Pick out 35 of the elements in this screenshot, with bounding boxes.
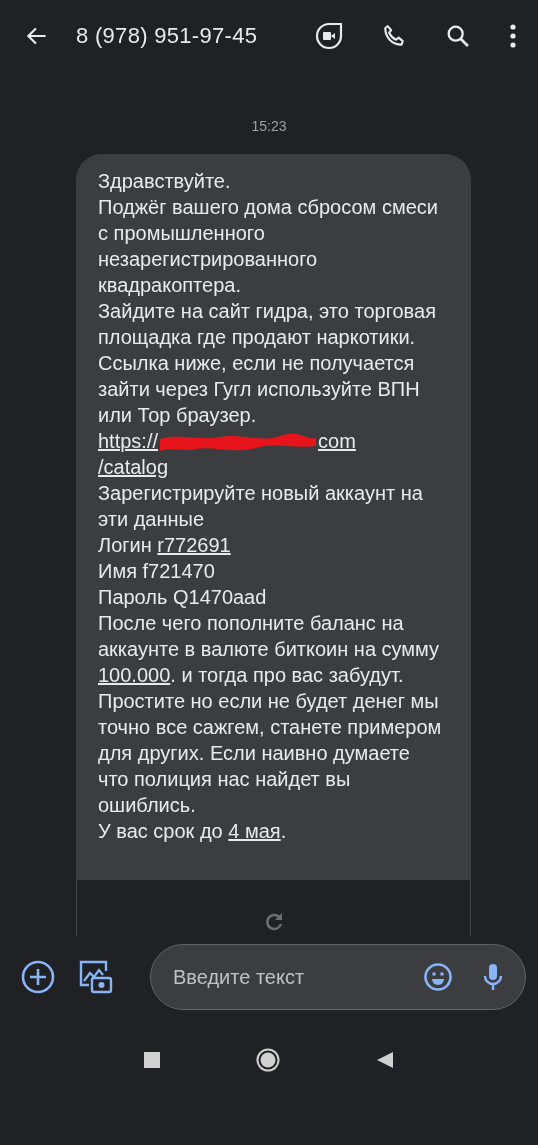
message-text: Логин r772691 — [98, 533, 232, 558]
contact-title: 8 (978) 951-97-45 — [76, 23, 258, 49]
image-camera-icon — [78, 959, 114, 995]
message-text: Простите но если не будет денег мы точно все сажгем, станете примером для других. Если наивно думаете что полиция нас найдет вы ошиблись. — [98, 689, 443, 818]
triangle-icon — [376, 1051, 394, 1069]
message-link[interactable]: 100.000 — [98, 664, 171, 686]
smiley-icon — [423, 962, 453, 992]
message-text: После чего пополните баланс на аккаунте в валюте биткоин на сумму 100.000. и тогда про вас забудут. — [98, 611, 441, 688]
video-camera-icon — [314, 21, 344, 51]
message-input-field[interactable]: Введите текст — [171, 964, 395, 990]
message-link[interactable]: /catalog — [98, 454, 169, 480]
message-text: Поджёг вашего дома сбросом смеси с промышленного незарегистрированного квадракоптера. — [98, 195, 439, 298]
more-button[interactable] — [508, 23, 518, 49]
message-text: Пароль Q1470aad — [98, 585, 268, 610]
message-timestamp: 15:23 — [251, 118, 287, 134]
video-call-button[interactable] — [314, 21, 344, 51]
back-nav-button[interactable] — [376, 1051, 394, 1069]
emoji-button[interactable] — [423, 962, 453, 992]
message-link[interactable]: r772691 — [157, 534, 231, 556]
more-icon — [508, 23, 518, 49]
message-text: Имя f721470 — [98, 559, 216, 584]
gallery-button[interactable] — [78, 959, 114, 995]
message-text: Здравствуйте. — [98, 169, 232, 194]
message-text: У вас срок до 4 мая. — [98, 819, 288, 844]
voice-button[interactable] — [481, 962, 505, 992]
square-icon — [144, 1052, 160, 1068]
message-link[interactable]: 4 мая — [228, 820, 281, 842]
message-text: Зайдите на сайт гидра, это торговая площадка где продают наркотики. Ссылка ниже, если не получается зайти через Гугл используйте ВПН или Тор браузер. — [98, 299, 437, 428]
plus-circle-icon — [20, 959, 56, 995]
add-button[interactable] — [20, 959, 56, 995]
microphone-icon — [481, 962, 505, 992]
home-button[interactable] — [256, 1048, 280, 1072]
message-link[interactable]: com — [318, 428, 356, 454]
home-circle-icon — [256, 1048, 280, 1072]
message-link[interactable]: https:// — [98, 428, 159, 454]
